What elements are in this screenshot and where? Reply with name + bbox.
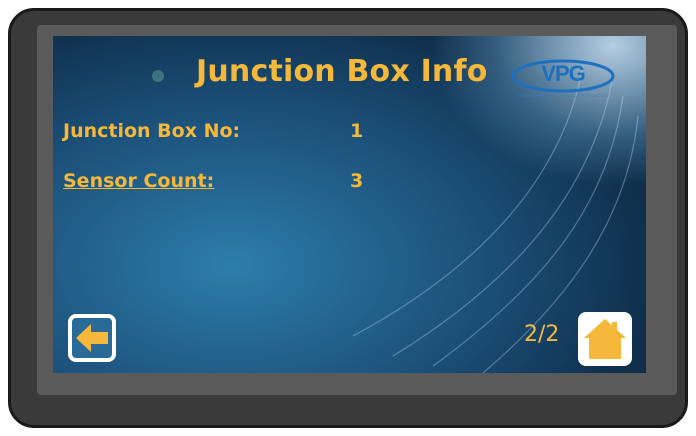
junction-box-value: 1 [350,120,364,142]
sensor-count-link[interactable]: Sensor Count: [63,170,214,192]
logo-tagline: PERFORMANCE THROUGH PRECISION [518,93,608,98]
arrow-left-icon [76,324,108,352]
home-icon [584,319,626,359]
vpg-logo: VPG PERFORMANCE THROUGH PRECISION [508,59,618,109]
back-button[interactable] [68,314,116,362]
page-indicator: 2/2 [524,322,560,347]
page-title: Junction Box Info [196,54,488,89]
display-screen: Junction Box Info VPG PERFORMANCE THROUG… [53,36,646,373]
junction-box-label: Junction Box No: [63,120,241,142]
sensor-count-value: 3 [350,170,364,192]
home-button[interactable] [578,312,632,366]
logo-wordmark: VPG [541,61,585,86]
